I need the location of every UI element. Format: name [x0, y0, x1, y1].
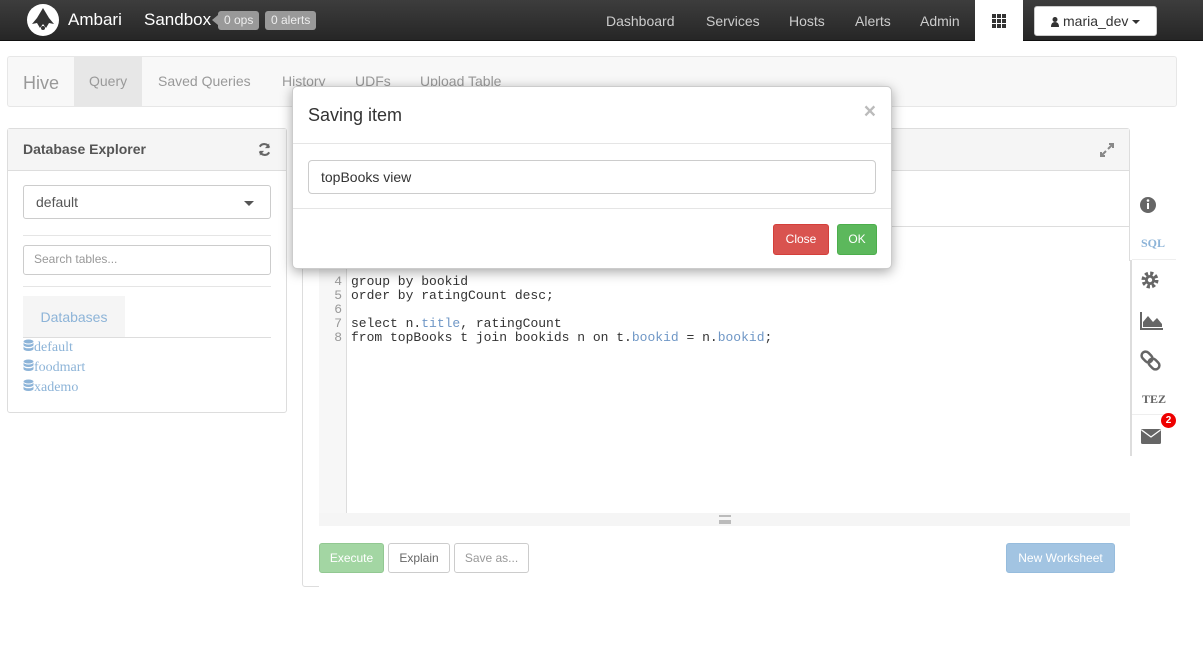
database-name: xademo [34, 380, 79, 395]
chevron-down-icon [244, 201, 254, 206]
database-name: default [34, 340, 73, 355]
close-button[interactable]: Close [773, 224, 829, 255]
code-line: 7 select n.title, ratingCount [334, 316, 562, 331]
database-explorer-panel: Database Explorer default Search tables.… [7, 128, 287, 413]
user-name: maria_dev [1063, 13, 1129, 29]
save-as-button[interactable]: Save as... [454, 543, 529, 573]
refresh-icon[interactable] [257, 142, 272, 157]
cluster-name[interactable]: Sandbox [144, 10, 211, 30]
new-worksheet-button[interactable]: New Worksheet [1006, 543, 1115, 573]
info-icon[interactable] [1140, 194, 1164, 218]
sql-tab[interactable]: SQL [1141, 236, 1165, 251]
alerts-badge[interactable]: 0 alerts [265, 11, 317, 30]
envelope-icon[interactable] [1140, 425, 1164, 449]
brand-name[interactable]: Ambari [68, 10, 122, 30]
database-item-default[interactable]: default [23, 339, 73, 356]
top-navbar: Ambari Sandbox 0 ops 0 alerts Dashboard … [0, 0, 1203, 41]
selected-database: default [36, 194, 79, 210]
editor-resize-handle[interactable] [319, 513, 1130, 526]
chevron-down-icon [1132, 20, 1141, 25]
nav-dashboard[interactable]: Dashboard [606, 13, 675, 29]
user-icon [1051, 17, 1059, 27]
database-icon [23, 379, 34, 391]
divider [125, 337, 271, 338]
area-chart-icon[interactable] [1140, 308, 1164, 332]
explain-button[interactable]: Explain [388, 543, 450, 573]
nav-alerts[interactable]: Alerts [855, 13, 891, 29]
database-icon [23, 359, 34, 371]
drag-handle-icon [719, 515, 731, 524]
link-icon[interactable] [1140, 349, 1164, 373]
code-line: 4 group by bookid [334, 274, 469, 289]
divider [23, 286, 271, 287]
tab-query[interactable]: Query [74, 57, 143, 106]
database-item-xademo[interactable]: xademo [23, 379, 78, 396]
sidebar-divider [1130, 260, 1132, 456]
divider [293, 208, 891, 209]
code-line: 8 from topBooks t join bookids n on t.boo… [334, 330, 773, 345]
database-item-foodmart[interactable]: foodmart [23, 359, 85, 376]
tab-saved-queries[interactable]: Saved Queries [143, 57, 266, 106]
tab-databases[interactable]: Databases [23, 296, 125, 338]
divider [293, 143, 891, 144]
nav-services[interactable]: Services [706, 13, 760, 29]
database-explorer-title: Database Explorer [23, 141, 146, 157]
views-grid-button[interactable] [975, 0, 1023, 41]
close-icon[interactable]: × [864, 100, 876, 124]
execute-button[interactable]: Execute [319, 543, 384, 573]
database-name: foodmart [34, 360, 86, 375]
notification-count-badge: 2 [1161, 413, 1176, 428]
expand-icon[interactable] [1099, 142, 1115, 158]
database-select[interactable]: default [23, 185, 271, 219]
search-tables-input[interactable]: Search tables... [23, 245, 271, 275]
database-explorer-header: Database Explorer [8, 129, 286, 171]
hive-title[interactable]: Hive [23, 73, 59, 94]
nav-admin[interactable]: Admin [920, 13, 960, 29]
code-line: 6 [334, 302, 342, 317]
item-name-input[interactable] [308, 160, 876, 194]
code-line: 5 order by ratingCount desc; [334, 288, 554, 303]
ops-badge[interactable]: 0 ops [211, 11, 260, 30]
ambari-logo-icon[interactable] [27, 4, 59, 36]
ok-button[interactable]: OK [837, 224, 877, 255]
modal-title: Saving item [308, 105, 403, 125]
user-menu-button[interactable]: maria_dev [1034, 6, 1157, 36]
database-icon [23, 339, 34, 351]
divider [1132, 259, 1176, 260]
nav-hosts[interactable]: Hosts [789, 13, 825, 29]
save-item-modal: Saving item × Close OK [292, 86, 892, 269]
tez-tab[interactable]: TEZ [1142, 392, 1166, 407]
gear-icon[interactable] [1140, 268, 1164, 292]
divider [23, 235, 271, 236]
